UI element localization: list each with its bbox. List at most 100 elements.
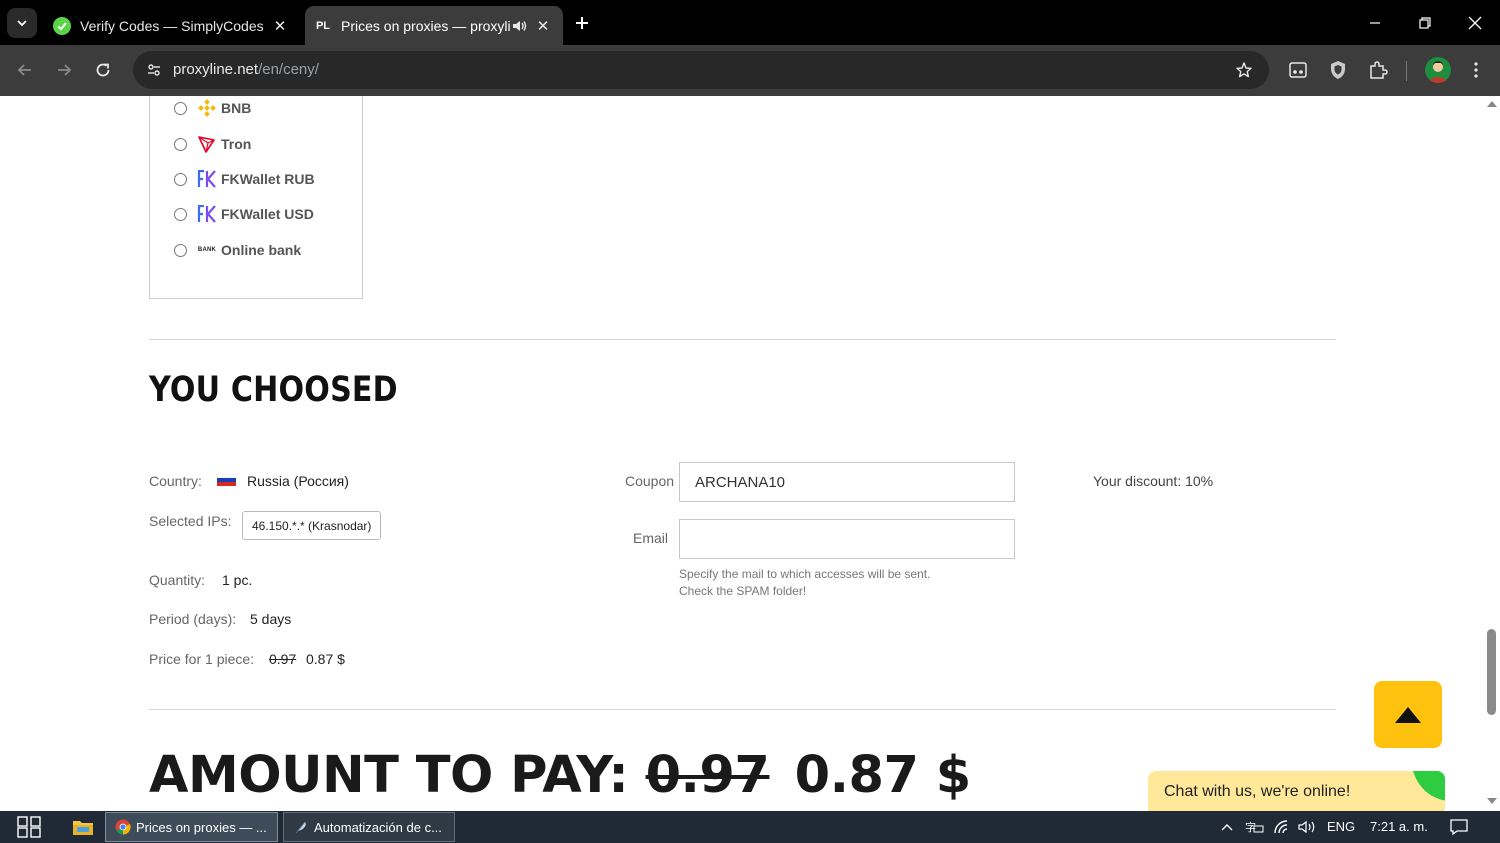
amount-old: 0.97 xyxy=(645,746,770,805)
close-icon[interactable]: ✕ xyxy=(532,15,554,37)
browser-menu-button[interactable] xyxy=(1463,57,1489,83)
extension-button[interactable] xyxy=(1285,57,1311,83)
page-content: BNB Tron FKWallet RUB FKWallet USD BANK … xyxy=(0,96,1500,811)
price-label: Price for 1 piece: xyxy=(149,651,255,667)
extensions-menu-button[interactable] xyxy=(1365,57,1391,83)
amount-new: 0.87 $ xyxy=(794,746,972,805)
proxyline-favicon: PL xyxy=(315,19,331,32)
payment-label: FKWallet RUB xyxy=(221,171,315,187)
close-icon xyxy=(1468,16,1482,30)
coupon-input[interactable] xyxy=(680,463,1014,501)
section-heading: YOU CHOOSED xyxy=(149,370,398,410)
tray-input-icon[interactable]: 字 xyxy=(1242,815,1266,839)
restore-button[interactable] xyxy=(1410,8,1440,38)
extension-button[interactable] xyxy=(1325,57,1351,83)
shield-icon xyxy=(1331,61,1345,79)
wifi-icon xyxy=(1274,820,1288,834)
email-label: Email xyxy=(633,530,669,546)
taskbar-app-label: Prices on proxies — ... xyxy=(136,819,267,835)
country-label: Country: xyxy=(149,473,202,489)
chevron-down-icon xyxy=(17,20,27,27)
url-path: /en/ceny/ xyxy=(258,61,319,78)
price-new: 0.87 $ xyxy=(306,651,345,667)
radio-button[interactable] xyxy=(174,137,187,151)
fkwallet-icon xyxy=(197,169,217,189)
tab-title: Prices on proxies — proxyline xyxy=(341,17,510,34)
scrollbar-thumb[interactable] xyxy=(1487,629,1496,715)
radio-button[interactable] xyxy=(174,172,187,186)
bookmark-button[interactable] xyxy=(1233,59,1255,81)
radio-button[interactable] xyxy=(174,207,187,221)
arrow-right-icon xyxy=(58,64,72,76)
chat-widget[interactable]: Chat with us, we're online! xyxy=(1148,771,1445,811)
section-divider xyxy=(149,709,1336,710)
radio-button[interactable] xyxy=(174,101,187,115)
tray-clock[interactable]: 7:21 a. m. xyxy=(1370,819,1428,834)
file-explorer-button[interactable] xyxy=(70,815,96,839)
bnb-icon xyxy=(197,98,217,118)
payment-option-bnb[interactable]: BNB xyxy=(174,98,251,118)
os-taskbar: Prices on proxies — ... Automatización d… xyxy=(0,811,1500,843)
address-bar[interactable]: proxyline.net/en/ceny/ xyxy=(133,51,1269,89)
period-value: 5 days xyxy=(250,611,292,627)
chat-text: Chat with us, we're online! xyxy=(1164,783,1351,800)
taskbar-app-chrome[interactable]: Prices on proxies — ... xyxy=(105,812,278,842)
payment-label: BNB xyxy=(221,100,252,116)
selected-ip-chip: 46.150.*.* (Krasnodar) xyxy=(242,511,382,540)
scroll-to-top-button[interactable] xyxy=(1374,681,1442,748)
tray-language[interactable]: ENG xyxy=(1327,819,1355,834)
speaker-icon[interactable] xyxy=(510,17,528,35)
tray-overflow-button[interactable] xyxy=(1215,815,1239,839)
task-view-button[interactable] xyxy=(16,815,42,839)
tab-simplycodes[interactable]: Verify Codes — SimplyCodes ✕ xyxy=(44,6,300,45)
coupon-label: Coupon xyxy=(625,473,675,489)
payment-option-fkwallet-usd[interactable]: FKWallet USD xyxy=(174,204,314,224)
email-input[interactable] xyxy=(680,520,1014,558)
taskbar-app-automation[interactable]: Automatización de c... xyxy=(283,812,455,842)
payment-methods-box: BNB Tron FKWallet RUB FKWallet USD BANK … xyxy=(149,96,363,299)
email-hint: Specify the mail to which accesses will … xyxy=(679,567,931,598)
quantity-label: Quantity: xyxy=(149,572,206,588)
profile-avatar[interactable] xyxy=(1425,57,1451,83)
coupon-field[interactable] xyxy=(679,462,1015,502)
site-info-button[interactable] xyxy=(141,57,167,83)
tray-volume-button[interactable] xyxy=(1294,815,1320,839)
payment-option-tron[interactable]: Tron xyxy=(174,134,251,154)
simplycodes-icon xyxy=(53,16,71,35)
amount-label: AMOUNT TO PAY: xyxy=(149,746,629,805)
country-value: Russia (Россия) xyxy=(247,473,349,489)
reload-icon xyxy=(96,63,110,77)
task-view-icon xyxy=(17,816,41,838)
close-icon[interactable]: ✕ xyxy=(269,15,291,37)
payment-option-fkwallet-rub[interactable]: FKWallet RUB xyxy=(174,169,315,189)
tab-search-button[interactable] xyxy=(7,8,37,38)
quantity-value: 1 pc. xyxy=(222,572,253,588)
chevron-up-icon xyxy=(1221,824,1233,831)
selected-ips-label: Selected IPs: xyxy=(149,513,232,529)
keyboard-language-icon: 字 xyxy=(1245,820,1264,834)
feather-icon xyxy=(295,822,306,834)
scroll-up-arrow-icon[interactable] xyxy=(1487,101,1497,107)
back-button[interactable] xyxy=(12,57,38,83)
restore-icon xyxy=(1419,17,1431,29)
tray-wifi-button[interactable] xyxy=(1270,815,1294,839)
scroll-down-arrow-icon[interactable] xyxy=(1487,798,1497,804)
minimize-button[interactable] xyxy=(1360,8,1390,38)
radio-button[interactable] xyxy=(174,243,187,257)
payment-option-online-bank[interactable]: BANK Online bank xyxy=(174,240,301,260)
email-field[interactable] xyxy=(679,519,1015,559)
price-old: 0.97 xyxy=(269,651,297,667)
payment-label: Tron xyxy=(221,136,252,152)
page-scrollbar[interactable] xyxy=(1484,96,1500,811)
reload-button[interactable] xyxy=(90,57,116,83)
forward-button[interactable] xyxy=(51,57,77,83)
url-text[interactable]: proxyline.net/en/ceny/ xyxy=(173,61,319,78)
tab-proxyline[interactable]: PL Prices on proxies — proxyline ✕ xyxy=(305,6,563,45)
amount-to-pay: AMOUNT TO PAY: 0.97 0.87 $ xyxy=(149,746,971,805)
puzzle-icon xyxy=(1370,61,1388,79)
new-tab-button[interactable] xyxy=(570,11,594,35)
close-window-button[interactable] xyxy=(1460,8,1490,38)
notifications-button[interactable] xyxy=(1446,815,1472,839)
chat-decoration xyxy=(1412,771,1445,811)
avatar-icon xyxy=(1429,61,1447,83)
